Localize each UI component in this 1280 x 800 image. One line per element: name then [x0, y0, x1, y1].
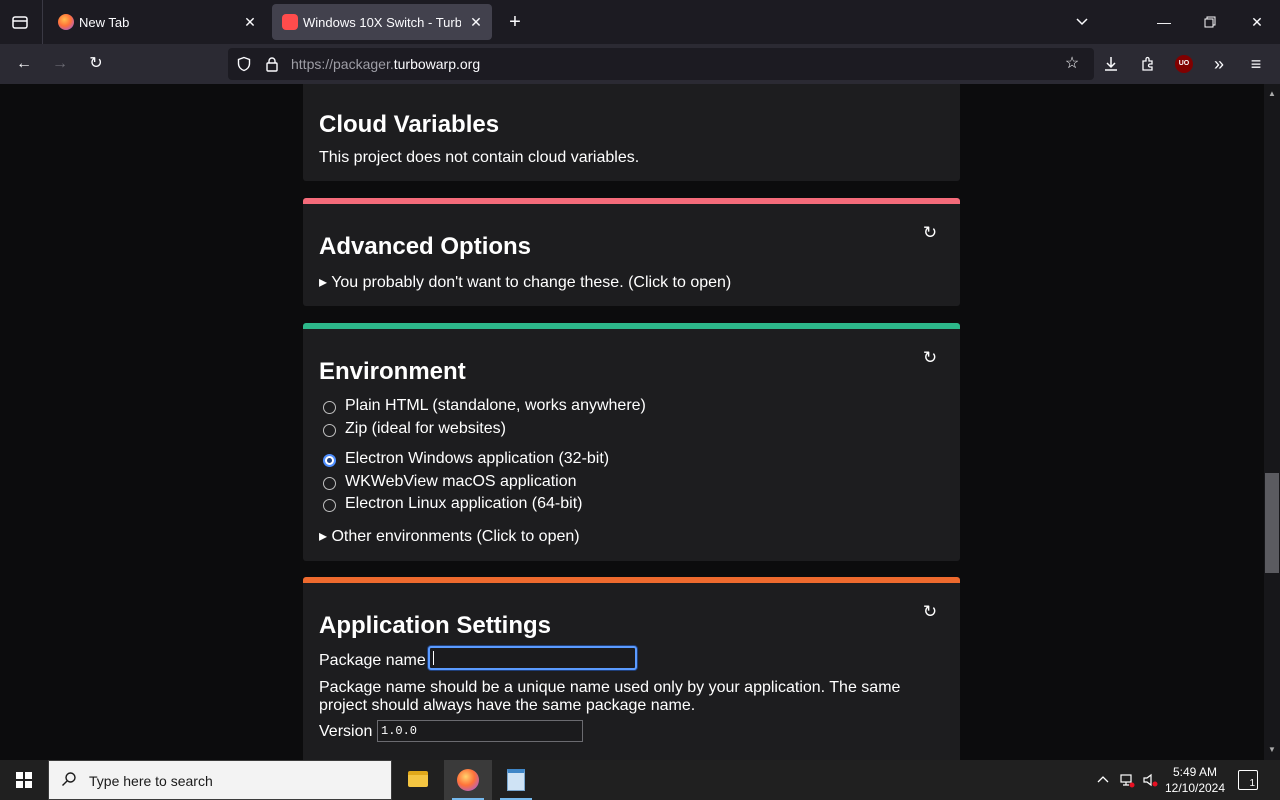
system-clock[interactable]: 5:49 AM 12/10/2024 — [1160, 764, 1230, 796]
turbowarp-icon — [282, 14, 298, 30]
tab-separator — [42, 0, 43, 44]
summary-label: You probably don't want to change these.… — [331, 274, 732, 291]
address-bar[interactable]: https://packager.turbowarp.org ☆ — [228, 48, 1094, 80]
clock-time: 5:49 AM — [1172, 765, 1218, 779]
other-environments-summary[interactable]: ▸ Other environments (Click to open) — [319, 526, 580, 546]
package-name-label: Package name — [319, 652, 426, 669]
back-arrow-icon[interactable]: ← — [12, 52, 36, 76]
section-title: Advanced Options — [319, 233, 532, 260]
radio-label: Plain HTML (standalone, works anywhere) — [345, 397, 646, 414]
radio-label: Electron Linux application (64-bit) — [345, 495, 583, 512]
cloud-variables-text: This project does not contain cloud vari… — [319, 149, 640, 166]
chevron-down-icon[interactable] — [1070, 10, 1094, 34]
scroll-up-arrow-icon[interactable]: ▲ — [1268, 90, 1276, 98]
package-name-help: Package name should be a unique name use… — [319, 679, 901, 714]
bookmark-star-icon[interactable]: ☆ — [1064, 56, 1080, 72]
tab-bar: New Tab ✕ Windows 10X Switch - TurboWarp… — [0, 0, 1280, 44]
advanced-options-card: Advanced Options ↻ ▸ You probably don't … — [303, 198, 960, 306]
accent-bar — [303, 198, 960, 204]
restore-icon[interactable] — [1198, 10, 1222, 34]
shield-icon[interactable] — [236, 56, 252, 72]
scroll-down-arrow-icon[interactable]: ▼ — [1268, 746, 1276, 754]
windows-taskbar: Type here to search 5:49 AM 12/10/2024 1 — [0, 760, 1280, 800]
close-window-icon[interactable]: ✕ — [1245, 10, 1269, 34]
firefox-icon — [457, 769, 479, 791]
url-text[interactable]: https://packager.turbowarp.org — [291, 56, 480, 72]
url-prefix: https://packager. — [291, 56, 394, 72]
clock-date: 12/10/2024 — [1164, 781, 1226, 795]
tab-turbowarp[interactable]: Windows 10X Switch - TurboWarp ✕ — [272, 4, 492, 40]
version-label: Version — [319, 723, 373, 740]
radio-button[interactable] — [323, 499, 336, 512]
url-domain: turbowarp.org — [393, 56, 481, 72]
reset-icon[interactable]: ↻ — [920, 602, 940, 622]
list-all-tabs-icon[interactable] — [8, 10, 32, 34]
summary-label: Other environments (Click to open) — [331, 528, 580, 545]
radio-label: Electron Windows application (32-bit) — [345, 450, 610, 467]
close-icon[interactable]: ✕ — [240, 12, 260, 32]
version-input[interactable]: 1.0.0 — [377, 720, 583, 742]
downloads-icon[interactable] — [1099, 52, 1123, 76]
windows-logo-icon — [16, 772, 32, 788]
radio-button[interactable] — [323, 401, 336, 414]
tab-title: New Tab — [79, 15, 130, 30]
radio-button[interactable] — [323, 424, 336, 437]
ublock-origin-icon[interactable]: UO — [1175, 55, 1193, 73]
radio-label: WKWebView macOS application — [345, 473, 577, 490]
cloud-variables-card: Cloud Variables This project does not co… — [303, 84, 960, 181]
accent-bar — [303, 323, 960, 329]
start-button[interactable] — [0, 760, 48, 800]
accent-bar — [303, 577, 960, 583]
lock-icon[interactable] — [264, 56, 280, 72]
extensions-icon[interactable] — [1136, 52, 1160, 76]
notification-count: 1 — [1249, 778, 1255, 789]
radio-button[interactable] — [323, 477, 336, 490]
radio-label: Zip (ideal for websites) — [345, 420, 506, 437]
page-scrollbar[interactable]: ▲ ▼ — [1264, 84, 1280, 760]
network-icon[interactable] — [1118, 771, 1136, 789]
notification-center-icon[interactable]: 1 — [1238, 770, 1258, 790]
section-title: Application Settings — [319, 612, 552, 639]
package-name-input[interactable] — [428, 646, 637, 670]
advanced-options-summary[interactable]: ▸ You probably don't want to change thes… — [319, 272, 731, 292]
volume-muted-icon[interactable] — [1141, 771, 1159, 789]
radio-button-selected[interactable] — [323, 454, 336, 467]
notepad-taskbar-button[interactable] — [492, 760, 540, 800]
reset-icon[interactable]: ↻ — [920, 223, 940, 243]
new-tab-button[interactable]: + — [503, 10, 527, 34]
scrollbar-thumb[interactable] — [1265, 473, 1279, 573]
notepad-icon — [507, 769, 525, 791]
overflow-chevrons-icon[interactable]: » — [1207, 52, 1231, 76]
navigation-toolbar: ← → ↻ https://packager.turbowarp.org ☆ U… — [0, 44, 1280, 84]
search-placeholder: Type here to search — [89, 773, 213, 789]
ublock-badge: UO — [1178, 60, 1190, 67]
file-explorer-taskbar-button[interactable] — [394, 760, 442, 800]
environment-card: Environment ↻ Plain HTML (standalone, wo… — [303, 323, 960, 561]
page-viewport: Cloud Variables This project does not co… — [0, 84, 1264, 760]
reset-icon[interactable]: ↻ — [920, 348, 940, 368]
reload-icon[interactable]: ↻ — [84, 52, 108, 76]
tab-new-tab[interactable]: New Tab ✕ — [48, 4, 266, 40]
tab-title: Windows 10X Switch - TurboWarp — [303, 15, 461, 30]
folder-icon — [408, 771, 428, 787]
firefox-icon — [58, 14, 74, 30]
show-hidden-icons-chevron-icon[interactable] — [1094, 771, 1112, 789]
forward-arrow-icon[interactable]: → — [48, 52, 72, 76]
minimize-icon[interactable]: — — [1152, 10, 1176, 34]
application-settings-card: Application Settings ↻ Package name Pack… — [303, 577, 960, 760]
text-caret — [433, 651, 434, 665]
hamburger-menu-icon[interactable]: ≡ — [1244, 52, 1268, 76]
taskbar-search-box[interactable]: Type here to search — [48, 760, 392, 800]
close-icon[interactable]: ✕ — [466, 12, 486, 32]
search-icon — [61, 771, 77, 792]
firefox-taskbar-button[interactable] — [444, 760, 492, 800]
section-title: Environment — [319, 358, 466, 385]
section-title: Cloud Variables — [319, 111, 500, 138]
